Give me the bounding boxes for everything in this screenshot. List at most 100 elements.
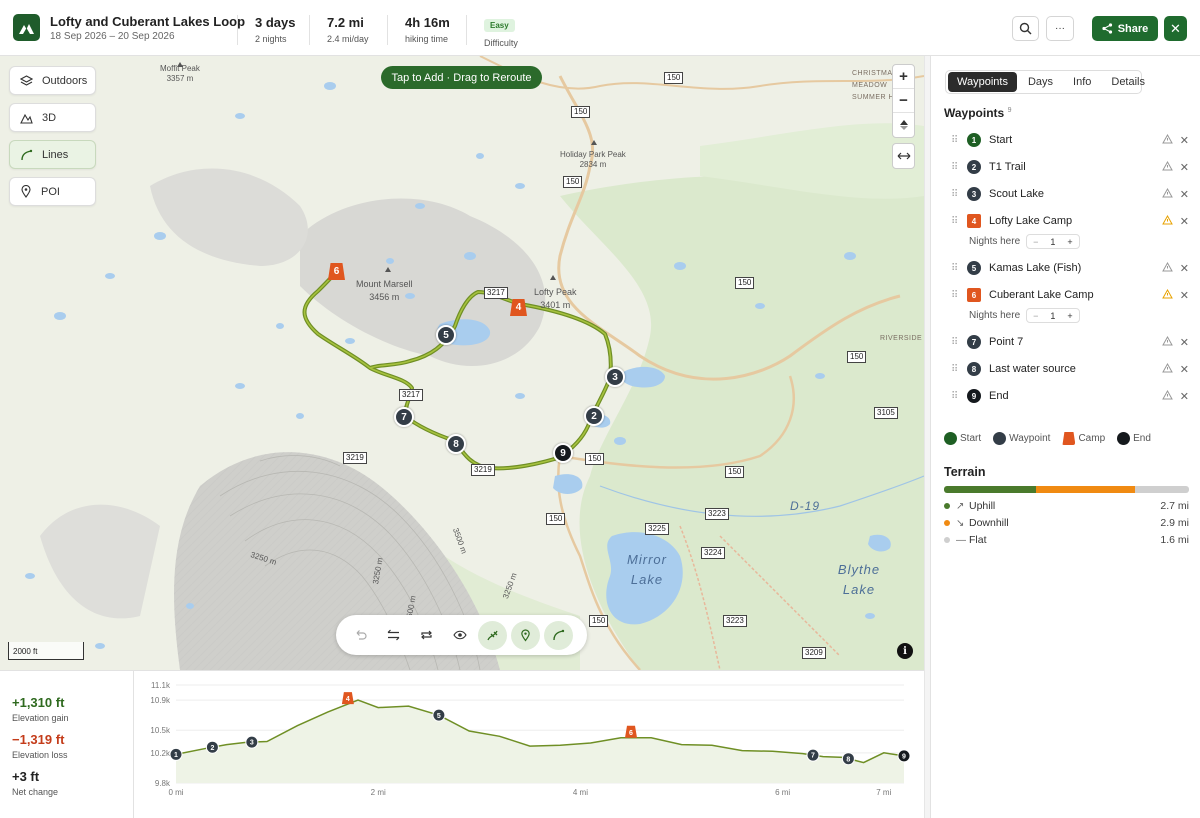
measure-button[interactable] <box>893 144 914 168</box>
map-camp-marker[interactable]: 4 <box>510 299 527 316</box>
map-camp-marker[interactable]: 6 <box>328 263 345 280</box>
remove-waypoint-icon[interactable]: ✕ <box>1175 215 1189 228</box>
drag-handle-icon[interactable]: ⠿ <box>951 263 967 274</box>
map-waypoint-marker[interactable]: 3 <box>605 367 625 387</box>
layer-outdoors-button[interactable]: Outdoors <box>9 66 96 95</box>
waypoint-name[interactable]: End <box>989 390 1159 402</box>
snap-to-trail-button[interactable] <box>478 620 507 650</box>
layer-3d-button[interactable]: 3D <box>9 103 96 132</box>
remove-waypoint-icon[interactable]: ✕ <box>1175 188 1189 201</box>
visibility-button[interactable] <box>445 621 474 650</box>
drag-handle-icon[interactable]: ⠿ <box>951 135 967 146</box>
drag-handle-icon[interactable]: ⠿ <box>951 337 967 348</box>
app-logo-icon[interactable] <box>13 14 40 41</box>
remove-waypoint-icon[interactable]: ✕ <box>1175 363 1189 376</box>
remove-waypoint-icon[interactable]: ✕ <box>1175 289 1189 302</box>
remove-waypoint-icon[interactable]: ✕ <box>1175 134 1189 147</box>
map-background <box>25 56 924 670</box>
map-end-marker[interactable]: 9 <box>553 443 573 463</box>
remove-waypoint-icon[interactable]: ✕ <box>1175 262 1189 275</box>
waypoint-row[interactable]: ⠿ 5 Kamas Lake (Fish) ✕ <box>951 258 1189 278</box>
nights-stepper[interactable]: −1 + <box>1026 308 1080 323</box>
terrain-warning-icon[interactable] <box>1159 214 1175 228</box>
drag-handle-icon[interactable]: ⠿ <box>951 216 967 227</box>
waypoint-row[interactable]: ⠿ 9 End ✕ <box>951 386 1189 406</box>
undo-button[interactable] <box>346 621 375 650</box>
drag-handle-icon[interactable]: ⠿ <box>951 391 967 402</box>
add-waypoint-button[interactable] <box>511 620 540 650</box>
waypoint-name[interactable]: T1 Trail <box>989 161 1159 173</box>
loop-route-button[interactable] <box>412 621 441 650</box>
map-waypoint-marker[interactable]: 8 <box>446 434 466 454</box>
elevation-chart[interactable]: 11.1k 10.9k 10.5k 10.2k 9.8k0 mi 2 mi 4 mi 6 mi… <box>134 671 914 818</box>
waypoint-name[interactable]: Point 7 <box>989 336 1159 348</box>
remove-waypoint-icon[interactable]: ✕ <box>1175 161 1189 174</box>
waypoint-name[interactable]: Lofty Lake Camp <box>989 215 1159 227</box>
terrain-warning-icon[interactable] <box>1159 362 1175 376</box>
layer-poi-button[interactable]: POI <box>9 177 96 206</box>
nights-increment-button[interactable]: + <box>1061 311 1078 321</box>
share-button[interactable]: Share <box>1092 16 1158 41</box>
marker-legend: Start Waypoint Camp End <box>944 432 1151 445</box>
reverse-route-button[interactable] <box>379 621 408 650</box>
waypoint-row[interactable]: ⠿ 6 Cuberant Lake Camp ✕ <box>951 285 1189 305</box>
tab-waypoints[interactable]: Waypoints <box>948 72 1017 92</box>
waypoint-row[interactable]: ⠿ 4 Lofty Lake Camp ✕ <box>951 211 1189 231</box>
zoom-in-button[interactable]: + <box>893 65 914 89</box>
terrain-warning-icon[interactable] <box>1159 187 1175 201</box>
close-button[interactable]: ✕ <box>1164 16 1187 41</box>
waypoint-row[interactable]: ⠿ 1 Start ✕ <box>951 130 1189 150</box>
terrain-warning-icon[interactable] <box>1159 133 1175 147</box>
layers-icon <box>20 74 33 86</box>
road-sign: 3223 <box>705 508 729 520</box>
waypoint-name[interactable]: Cuberant Lake Camp <box>989 289 1159 301</box>
terrain-warning-icon[interactable] <box>1159 160 1175 174</box>
remove-waypoint-icon[interactable]: ✕ <box>1175 336 1189 349</box>
road-sign: 3105 <box>874 407 898 419</box>
drag-handle-icon[interactable]: ⠿ <box>951 189 967 200</box>
search-button[interactable] <box>1012 16 1039 41</box>
nights-decrement-button[interactable]: − <box>1027 311 1044 321</box>
terrain-warning-icon[interactable] <box>1159 288 1175 302</box>
waypoint-name[interactable]: Start <box>989 134 1159 146</box>
x-tick-label: 7 mi <box>876 788 891 797</box>
map-waypoint-marker[interactable]: 7 <box>394 407 414 427</box>
drag-handle-icon[interactable]: ⠿ <box>951 290 967 301</box>
road-sign: 150 <box>664 72 684 84</box>
nights-increment-button[interactable]: + <box>1061 237 1078 247</box>
zoom-out-button[interactable]: − <box>893 89 914 113</box>
panel-tabs: Waypoints Days Info Details <box>945 70 1145 94</box>
map-waypoint-marker[interactable]: 5 <box>436 325 456 345</box>
tab-days[interactable]: Days <box>1019 72 1062 92</box>
remove-waypoint-icon[interactable]: ✕ <box>1175 390 1189 403</box>
more-button[interactable]: ··· <box>1046 16 1074 41</box>
terrain-warning-icon[interactable] <box>1159 261 1175 275</box>
info-icon[interactable]: i <box>897 643 913 659</box>
nights-stepper[interactable]: −1 + <box>1026 234 1080 249</box>
nights-decrement-button[interactable]: − <box>1027 237 1044 247</box>
map-waypoint-marker[interactable]: 2 <box>584 406 604 426</box>
waypoint-name[interactable]: Last water source <box>989 363 1159 375</box>
waypoint-row[interactable]: ⠿ 8 Last water source ✕ <box>951 359 1189 379</box>
drag-handle-icon[interactable]: ⠿ <box>951 162 967 173</box>
terrain-segment <box>1035 486 1135 493</box>
terrain-warning-icon[interactable] <box>1159 389 1175 403</box>
waypoint-row[interactable]: ⠿ 3 Scout Lake ✕ <box>951 184 1189 204</box>
waypoint-row[interactable]: ⠿ 2 T1 Trail ✕ <box>951 157 1189 177</box>
waypoint-name[interactable]: Scout Lake <box>989 188 1159 200</box>
stat-hiking-time: 4h 16m hiking time <box>387 15 450 45</box>
waypoint-row[interactable]: ⠿ 7 Point 7 ✕ <box>951 332 1189 352</box>
tab-info[interactable]: Info <box>1064 72 1100 92</box>
compass-button[interactable] <box>893 113 914 137</box>
map-canvas[interactable]: Moffit Peak 3357 m Holiday Park Peak 2834 … <box>0 56 924 670</box>
drag-handle-icon[interactable]: ⠿ <box>951 364 967 375</box>
draw-route-button[interactable] <box>544 620 573 650</box>
road-sign: 3219 <box>343 452 367 464</box>
layer-lines-button[interactable]: Lines <box>9 140 96 169</box>
tab-details[interactable]: Details <box>1102 72 1154 92</box>
waypoint-name[interactable]: Kamas Lake (Fish) <box>989 262 1159 274</box>
stat-distance: 7.2 mi 2.4 mi/day <box>309 15 369 45</box>
terrain-warning-icon[interactable] <box>1159 335 1175 349</box>
pin-icon <box>21 185 31 198</box>
terrain-heading: Terrain <box>944 465 986 479</box>
